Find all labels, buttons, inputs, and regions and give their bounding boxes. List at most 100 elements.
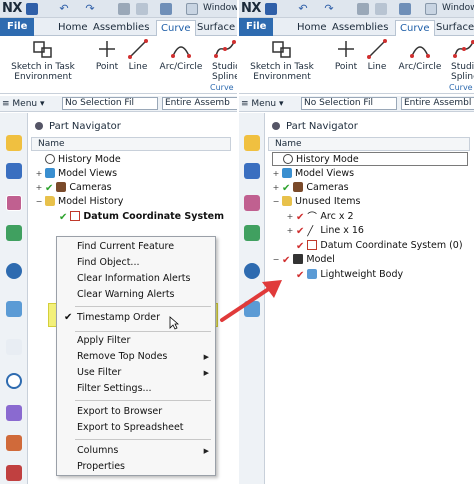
menu-item-use-filter[interactable]: Use Filter ▶ bbox=[57, 366, 215, 380]
selection-scope-dropdown[interactable]: Entire Assemb bbox=[162, 97, 237, 110]
tab-assemblies[interactable]: Assemblies bbox=[89, 20, 153, 35]
window-icon[interactable] bbox=[186, 3, 198, 15]
repeat-command-icon[interactable] bbox=[399, 3, 411, 15]
copy-icon[interactable] bbox=[118, 3, 130, 15]
repeat-command-icon[interactable] bbox=[160, 3, 172, 15]
menu-item-clear-information-alerts[interactable]: Clear Information Alerts bbox=[57, 272, 215, 286]
tree-node[interactable]: − Unused Items bbox=[272, 195, 360, 209]
tab-curve[interactable]: Curve bbox=[156, 20, 196, 37]
sketch-in-task-env-button[interactable]: Sketch in Task Environment bbox=[243, 38, 321, 82]
menu-item-clear-warning-alerts[interactable]: Clear Warning Alerts bbox=[57, 288, 215, 302]
undo-icon[interactable]: ↶ bbox=[297, 3, 309, 15]
info-icon[interactable] bbox=[6, 263, 22, 279]
tree-node[interactable]: ✔ Datum Coordinate System (0) bbox=[294, 239, 463, 253]
tree-node[interactable]: − ✔ Model bbox=[272, 253, 335, 267]
process-studio-icon[interactable] bbox=[6, 435, 22, 451]
undo-icon[interactable]: ↶ bbox=[58, 3, 70, 15]
tab-assemblies[interactable]: Assemblies bbox=[328, 20, 392, 35]
selection-scope-dropdown[interactable]: Entire Assembl bbox=[401, 97, 474, 110]
collapse-icon[interactable]: − bbox=[272, 253, 280, 267]
tree-node[interactable]: + Model Views bbox=[272, 167, 354, 181]
tab-surface[interactable]: Surface bbox=[432, 20, 474, 35]
save-icon[interactable] bbox=[265, 3, 277, 15]
menu-item-timestamp-order[interactable]: ✔ Timestamp Order bbox=[57, 311, 215, 325]
tab-curve[interactable]: Curve bbox=[395, 20, 435, 37]
menu-button[interactable]: ≡ Menu ▾ bbox=[241, 98, 284, 110]
paste-icon[interactable] bbox=[136, 3, 148, 15]
window-icon[interactable] bbox=[425, 3, 437, 15]
redo-icon[interactable]: ↷ bbox=[323, 3, 335, 15]
roles-icon[interactable] bbox=[6, 465, 22, 481]
tab-file[interactable]: File bbox=[239, 18, 274, 36]
column-header-name[interactable]: Name bbox=[268, 137, 470, 151]
window-menu[interactable]: Window bbox=[442, 3, 474, 13]
constraint-navigator-icon[interactable] bbox=[6, 163, 22, 179]
arc-circle-button[interactable]: Arc/Circle bbox=[154, 38, 208, 72]
menu-item-filter-settings[interactable]: Filter Settings... bbox=[57, 382, 215, 396]
tree-node[interactable]: History Mode bbox=[35, 153, 121, 167]
history-icon[interactable] bbox=[6, 373, 22, 389]
menu-item-export-to-spreadsheet[interactable]: Export to Spreadsheet bbox=[57, 421, 215, 435]
menu-item-properties[interactable]: Properties bbox=[57, 460, 215, 474]
assembly-navigator-icon[interactable] bbox=[6, 135, 22, 151]
pin-icon[interactable] bbox=[272, 122, 280, 130]
menu-button[interactable]: ≡ Menu ▾ bbox=[2, 98, 45, 110]
web-browser-icon[interactable] bbox=[6, 301, 22, 317]
point-button[interactable]: Point bbox=[331, 38, 361, 72]
menu-item-apply-filter[interactable]: Apply Filter bbox=[57, 334, 215, 348]
menu-item-export-to-browser[interactable]: Export to Browser bbox=[57, 405, 215, 419]
reuse-library-icon[interactable] bbox=[6, 225, 22, 241]
selection-filter-dropdown[interactable]: No Selection Fil bbox=[301, 97, 397, 110]
tab-home[interactable]: Home bbox=[54, 20, 92, 35]
error-check-icon: ✔ bbox=[296, 269, 305, 281]
tree-node[interactable]: − Model History bbox=[35, 195, 123, 209]
tab-surface[interactable]: Surface bbox=[193, 20, 237, 35]
point-button[interactable]: Point bbox=[92, 38, 122, 72]
tree-node[interactable]: + ✔ ⌒ Arc x 2 bbox=[286, 210, 354, 224]
expand-icon[interactable]: + bbox=[35, 167, 43, 181]
tree-node[interactable]: + Model Views bbox=[35, 167, 117, 181]
tree-node[interactable]: + ✔ Cameras bbox=[35, 181, 112, 195]
collapse-icon[interactable]: − bbox=[272, 195, 280, 209]
tree-node[interactable]: ✔ Lightweight Body bbox=[294, 268, 403, 282]
menu-item-find-object[interactable]: Find Object... bbox=[57, 256, 215, 270]
tree-node[interactable]: + ✔ ╱ Line x 16 bbox=[286, 224, 364, 238]
reuse-library-icon[interactable] bbox=[244, 225, 260, 241]
constraint-navigator-icon[interactable] bbox=[244, 163, 260, 179]
column-header-name[interactable]: Name bbox=[31, 137, 231, 151]
studio-spline-button[interactable]: Studio Spline bbox=[212, 38, 237, 82]
copy-icon[interactable] bbox=[357, 3, 369, 15]
line-button[interactable]: Line bbox=[365, 38, 389, 72]
expand-icon[interactable]: + bbox=[272, 181, 280, 195]
menu-item-find-current-feature[interactable]: Find Current Feature bbox=[57, 240, 215, 254]
expand-icon[interactable]: + bbox=[286, 224, 294, 238]
line-icon: ╱ bbox=[307, 225, 314, 237]
collapse-icon[interactable]: − bbox=[35, 195, 43, 209]
redo-icon[interactable]: ↷ bbox=[84, 3, 96, 15]
assembly-navigator-icon[interactable] bbox=[244, 135, 260, 151]
part-navigator-icon[interactable] bbox=[6, 195, 22, 211]
expand-icon[interactable]: + bbox=[286, 210, 294, 224]
error-check-icon: ✔ bbox=[296, 211, 305, 223]
expand-icon[interactable]: + bbox=[35, 181, 43, 195]
window-menu[interactable]: Window bbox=[203, 3, 237, 13]
tab-file[interactable]: File bbox=[0, 18, 35, 36]
selection-filter-dropdown[interactable]: No Selection Fil bbox=[62, 97, 158, 110]
pin-icon[interactable] bbox=[35, 122, 43, 130]
blank-resource-icon[interactable] bbox=[6, 339, 22, 355]
menu-item-remove-top-nodes[interactable]: Remove Top Nodes ▶ bbox=[57, 350, 215, 364]
part-navigator-icon[interactable] bbox=[244, 195, 260, 211]
expand-icon[interactable]: + bbox=[272, 167, 280, 181]
arc-circle-button[interactable]: Arc/Circle bbox=[393, 38, 447, 72]
line-button[interactable]: Line bbox=[126, 38, 150, 72]
sketch-in-task-env-button[interactable]: Sketch in Task Environment bbox=[4, 38, 82, 82]
system-materials-icon[interactable] bbox=[6, 405, 22, 421]
tab-home[interactable]: Home bbox=[293, 20, 331, 35]
studio-spline-button[interactable]: Studio Spline bbox=[451, 38, 474, 82]
tree-node[interactable]: + ✔ Cameras bbox=[272, 181, 349, 195]
menu-item-columns[interactable]: Columns ▶ bbox=[57, 444, 215, 458]
tree-node[interactable]: History Mode bbox=[272, 152, 468, 166]
paste-icon[interactable] bbox=[375, 3, 387, 15]
save-icon[interactable] bbox=[26, 3, 38, 15]
tree-node[interactable]: ✔ Datum Coordinate System bbox=[57, 210, 224, 224]
